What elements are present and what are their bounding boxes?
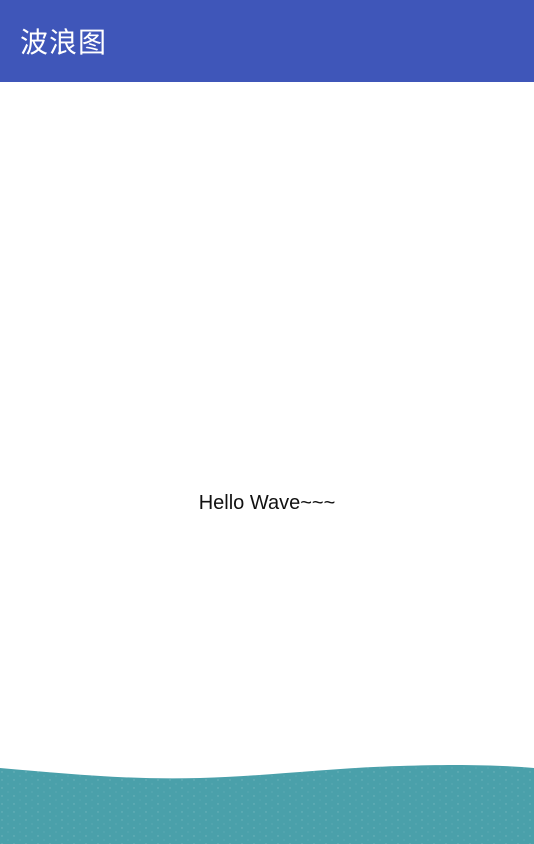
wave-texture <box>0 764 534 844</box>
wave-view <box>0 764 534 844</box>
toolbar-title: 波浪图 <box>20 26 108 59</box>
app-screen: 波浪图 Hello Wave~~~ <box>0 0 534 844</box>
content-area: Hello Wave~~~ <box>0 82 534 844</box>
app-toolbar: 波浪图 <box>0 0 534 82</box>
hello-wave-text: Hello Wave~~~ <box>198 492 336 514</box>
